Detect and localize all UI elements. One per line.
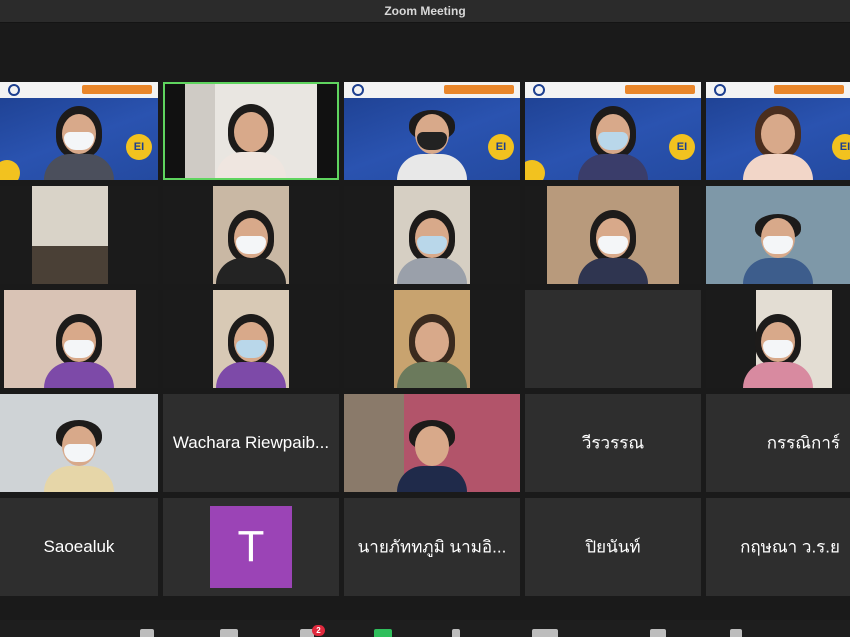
record-icon[interactable] xyxy=(452,629,460,637)
video-tile[interactable] xyxy=(706,186,850,284)
share-screen-icon[interactable] xyxy=(374,629,392,637)
reactions-icon[interactable] xyxy=(532,629,558,637)
more-icon[interactable] xyxy=(730,629,742,637)
participant-name: กรรณิการ์ xyxy=(766,433,840,453)
video-tile[interactable] xyxy=(163,290,339,388)
participant-tile[interactable]: วีรวรรณ xyxy=(525,394,701,492)
participant-name: ปิยนันท์ xyxy=(585,537,641,557)
video-tile[interactable] xyxy=(163,186,339,284)
video-tile[interactable] xyxy=(0,394,158,492)
window-titlebar: Zoom Meeting xyxy=(0,0,850,23)
video-tile-camera-off[interactable] xyxy=(525,290,701,388)
video-tile[interactable] xyxy=(344,290,520,388)
participant-tile[interactable]: T xyxy=(163,498,339,596)
event-logo-icon: EI xyxy=(126,134,152,160)
gallery-grid: EI EI EI EI Wachara Riewpaib... วีรวรรณ … xyxy=(0,82,850,598)
participant-name: กฤษณา ว.ร.ย xyxy=(740,537,840,557)
window-title: Zoom Meeting xyxy=(384,4,466,18)
video-tile[interactable] xyxy=(525,186,701,284)
participant-name: Wachara Riewpaib... xyxy=(172,433,330,452)
participant-tile[interactable]: นายภัททภูมิ นามอิ... xyxy=(344,498,520,596)
chat-badge: 2 xyxy=(312,625,325,636)
participant-name: Saoealuk xyxy=(43,537,115,556)
meeting-toolbar: 2 xyxy=(0,620,850,637)
video-tile[interactable] xyxy=(344,394,520,492)
video-tile[interactable]: EI xyxy=(0,82,158,180)
video-tile[interactable] xyxy=(0,290,158,388)
event-logo-icon: EI xyxy=(832,134,850,160)
participant-tile[interactable]: กฤษณา ว.ร.ย xyxy=(706,498,850,596)
event-logo-icon: EI xyxy=(669,134,695,160)
video-tile-active-speaker[interactable] xyxy=(163,82,339,180)
video-tile[interactable] xyxy=(706,290,850,388)
video-tile[interactable] xyxy=(0,186,158,284)
participants-icon[interactable] xyxy=(220,629,238,637)
apps-icon[interactable] xyxy=(650,629,666,637)
event-logo-icon: EI xyxy=(488,134,514,160)
mute-icon[interactable] xyxy=(140,629,154,637)
video-tile[interactable] xyxy=(344,186,520,284)
participant-tile[interactable]: ปิยนันท์ xyxy=(525,498,701,596)
participant-tile[interactable]: Saoealuk xyxy=(0,498,158,596)
video-tile[interactable]: EI xyxy=(525,82,701,180)
participant-name: วีรวรรณ xyxy=(581,433,645,453)
participant-name: นายภัททภูมิ นามอิ... xyxy=(357,537,507,557)
video-tile[interactable]: EI xyxy=(706,82,850,180)
participant-avatar: T xyxy=(210,506,292,588)
participant-tile[interactable]: Wachara Riewpaib... xyxy=(163,394,339,492)
video-tile[interactable]: EI xyxy=(344,82,520,180)
participant-tile[interactable]: กรรณิการ์ xyxy=(706,394,850,492)
